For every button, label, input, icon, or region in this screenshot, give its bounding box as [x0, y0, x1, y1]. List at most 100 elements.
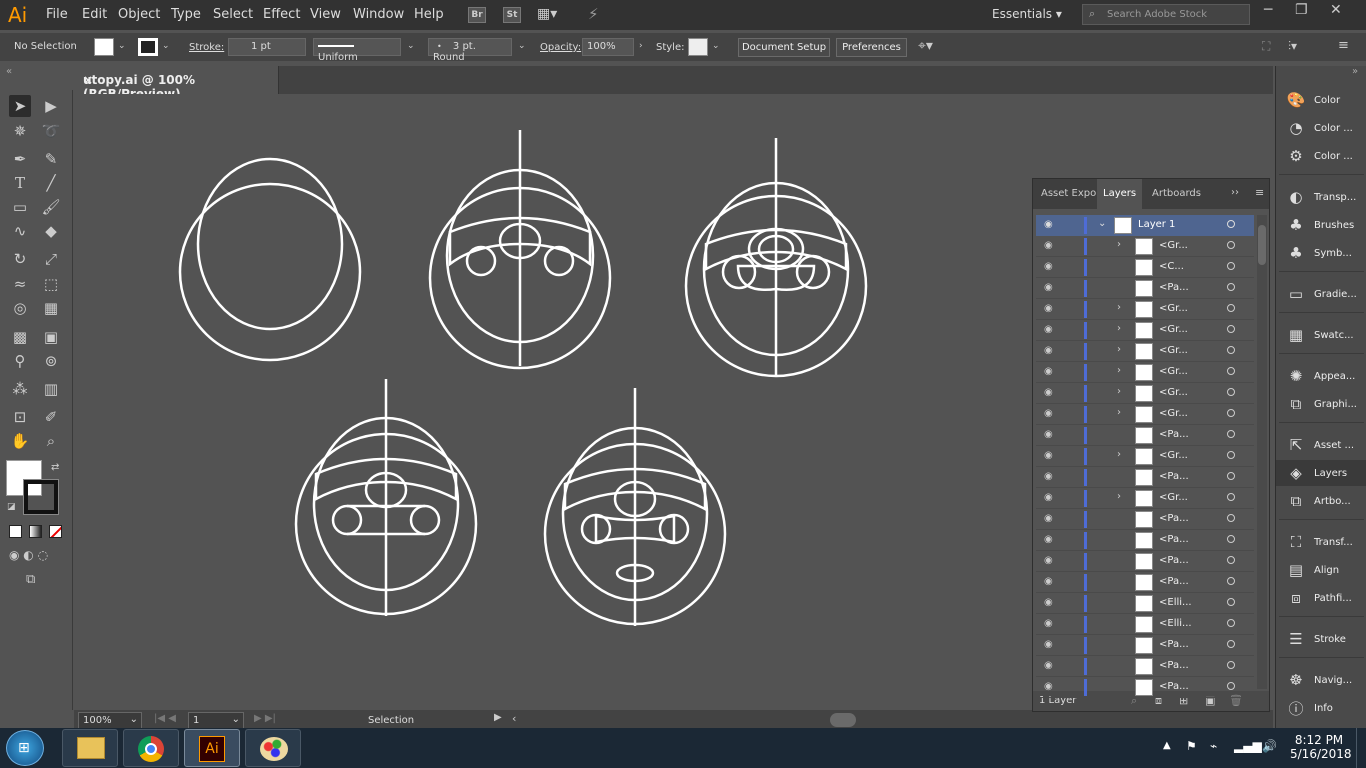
layer-item-row[interactable]: ◉ <Pa...: [1036, 551, 1254, 572]
artboard-number-field[interactable]: 1 ⌄: [188, 712, 244, 729]
eyedropper-icon[interactable]: ⚲: [9, 350, 31, 372]
eye-icon[interactable]: ◉: [1044, 597, 1053, 608]
eye-icon[interactable]: ◉: [1044, 240, 1053, 251]
curvature-tool-icon[interactable]: ✎: [40, 148, 62, 170]
target-circle-icon[interactable]: [1227, 472, 1235, 480]
target-circle-icon[interactable]: [1227, 598, 1235, 606]
eye-icon[interactable]: ◉: [1044, 408, 1053, 419]
direct-selection-tool-icon[interactable]: ▶: [40, 95, 62, 117]
eye-icon[interactable]: ◉: [1044, 303, 1053, 314]
chevron-right-icon[interactable]: ›: [1117, 365, 1121, 376]
stroke-swatch[interactable]: [138, 38, 158, 56]
dock-item-brush[interactable]: ♣ Brushes: [1276, 212, 1366, 238]
free-transform-icon[interactable]: ⬚: [40, 273, 62, 295]
symbol-sprayer-icon[interactable]: ⁂: [9, 378, 31, 400]
target-circle-icon[interactable]: [1227, 367, 1235, 375]
dock-item-asset-export[interactable]: ⇱ Asset ...: [1276, 432, 1366, 458]
rotate-tool-icon[interactable]: ↻: [9, 248, 31, 270]
taskbar-explorer[interactable]: [62, 729, 118, 767]
target-circle-icon[interactable]: [1227, 430, 1235, 438]
eye-icon[interactable]: ◉: [1044, 261, 1053, 272]
swap-colors-icon[interactable]: ⇄: [51, 462, 59, 473]
target-circle-icon[interactable]: [1227, 535, 1235, 543]
dock-item-graphic-styles[interactable]: ⧉ Graphi...: [1276, 391, 1366, 417]
target-circle-icon[interactable]: [1227, 556, 1235, 564]
layer-item-name[interactable]: <Pa...: [1159, 471, 1189, 482]
layer-item-row[interactable]: ◉ <Pa...: [1036, 635, 1254, 656]
expand-dock-icon[interactable]: »: [1352, 66, 1358, 77]
layer-item-name[interactable]: <Pa...: [1159, 639, 1189, 650]
rectangle-tool-icon[interactable]: ▭: [9, 196, 31, 218]
face-sketch-2[interactable]: [428, 130, 612, 370]
dock-item-gradient[interactable]: ▭ Gradie...: [1276, 281, 1366, 307]
layer-item-row[interactable]: ◉ <Pa...: [1036, 530, 1254, 551]
opacity-field[interactable]: 100%: [582, 38, 634, 56]
start-button[interactable]: ⊞: [6, 730, 44, 766]
taskbar-illustrator[interactable]: Ai: [184, 729, 240, 767]
eye-icon[interactable]: ◉: [1044, 219, 1053, 230]
dock-item-swatches[interactable]: ▦ Swatc...: [1276, 322, 1366, 348]
hand-tool-icon[interactable]: ✋: [9, 430, 31, 452]
target-circle-icon[interactable]: [1227, 640, 1235, 648]
eye-icon[interactable]: ◉: [1044, 555, 1053, 566]
fill-swatch[interactable]: [94, 38, 114, 56]
blend-tool-icon[interactable]: ⊚: [40, 350, 62, 372]
layer-item-row[interactable]: ◉ › <Gr...: [1036, 320, 1254, 341]
menu-type[interactable]: Type: [171, 7, 201, 22]
isolate-icon[interactable]: ⛶: [1262, 39, 1270, 54]
tab-asset-export[interactable]: Asset Expor: [1041, 188, 1100, 199]
eye-icon[interactable]: ◉: [1044, 450, 1053, 461]
layer-item-row[interactable]: ◉ › <Gr...: [1036, 488, 1254, 509]
target-circle-icon[interactable]: [1227, 577, 1235, 585]
layers-scrollbar[interactable]: [1257, 215, 1267, 689]
taskbar-paint[interactable]: [245, 729, 301, 767]
layer-item-row[interactable]: ◉ › <Gr...: [1036, 341, 1254, 362]
network-icon[interactable]: ▂▄▆: [1234, 739, 1262, 753]
layer-item-name[interactable]: <Gr...: [1159, 387, 1188, 398]
tab-artboards[interactable]: Artboards: [1152, 188, 1201, 199]
menu-window[interactable]: Window: [353, 7, 404, 22]
tray-expand-icon[interactable]: ▲: [1163, 740, 1171, 751]
restore-icon[interactable]: ❐: [1295, 2, 1308, 18]
document-setup-button[interactable]: Document Setup: [738, 38, 830, 57]
layer-item-name[interactable]: <Pa...: [1159, 555, 1189, 566]
layer-item-name[interactable]: <Pa...: [1159, 429, 1189, 440]
layer-item-row[interactable]: ◉ <Pa...: [1036, 656, 1254, 677]
chevron-right-icon[interactable]: ›: [1117, 407, 1121, 418]
graphic-style-swatch[interactable]: [688, 38, 708, 56]
layer-item-name[interactable]: <Gr...: [1159, 303, 1188, 314]
arrange-icon[interactable]: ⫶▾: [1288, 39, 1297, 54]
dock-item-appearance[interactable]: ✺ Appea...: [1276, 363, 1366, 389]
layer-item-name[interactable]: <Elli...: [1159, 597, 1192, 608]
status-menu-icon[interactable]: ▶: [494, 712, 502, 723]
eye-icon[interactable]: ◉: [1044, 282, 1053, 293]
face-sketch-4[interactable]: [294, 379, 478, 616]
face-sketch-1[interactable]: [178, 157, 362, 362]
dock-item-color-guide[interactable]: ◔ Color ...: [1276, 115, 1366, 141]
control-menu-icon[interactable]: ≡: [1338, 38, 1349, 53]
perspective-grid-icon[interactable]: ▦: [40, 297, 62, 319]
type-tool-icon[interactable]: T: [9, 172, 31, 194]
draw-mode-icon[interactable]: ◉ ◐ ◌: [9, 548, 48, 562]
target-circle-icon[interactable]: [1227, 346, 1235, 354]
graph-tool-icon[interactable]: ▥: [40, 378, 62, 400]
target-circle-icon[interactable]: [1227, 220, 1235, 228]
dock-item-stroke[interactable]: ☰ Stroke: [1276, 626, 1366, 652]
layer-item-name[interactable]: <Gr...: [1159, 324, 1188, 335]
layer-item-name[interactable]: <C...: [1159, 261, 1184, 272]
eye-icon[interactable]: ◉: [1044, 639, 1053, 650]
zoom-field[interactable]: 100% ⌄: [78, 712, 142, 729]
layer-name[interactable]: Layer 1: [1138, 219, 1175, 230]
panel-menu-icon[interactable]: ≡: [1255, 186, 1264, 199]
layer-item-row[interactable]: ◉ <Pa...: [1036, 572, 1254, 593]
none-mode-icon[interactable]: [49, 525, 62, 538]
eye-icon[interactable]: ◉: [1044, 534, 1053, 545]
opacity-label[interactable]: Opacity:: [540, 42, 581, 53]
layers-scroll-thumb[interactable]: [1258, 225, 1266, 265]
preferences-button[interactable]: Preferences: [836, 38, 907, 57]
layer-item-name[interactable]: <Pa...: [1159, 282, 1189, 293]
horizontal-scrollbar-thumb[interactable]: [830, 713, 856, 727]
dock-item-layers[interactable]: ◈ Layers: [1276, 460, 1366, 486]
taskbar-chrome[interactable]: [123, 729, 179, 767]
eraser-icon[interactable]: ◆: [40, 220, 62, 242]
